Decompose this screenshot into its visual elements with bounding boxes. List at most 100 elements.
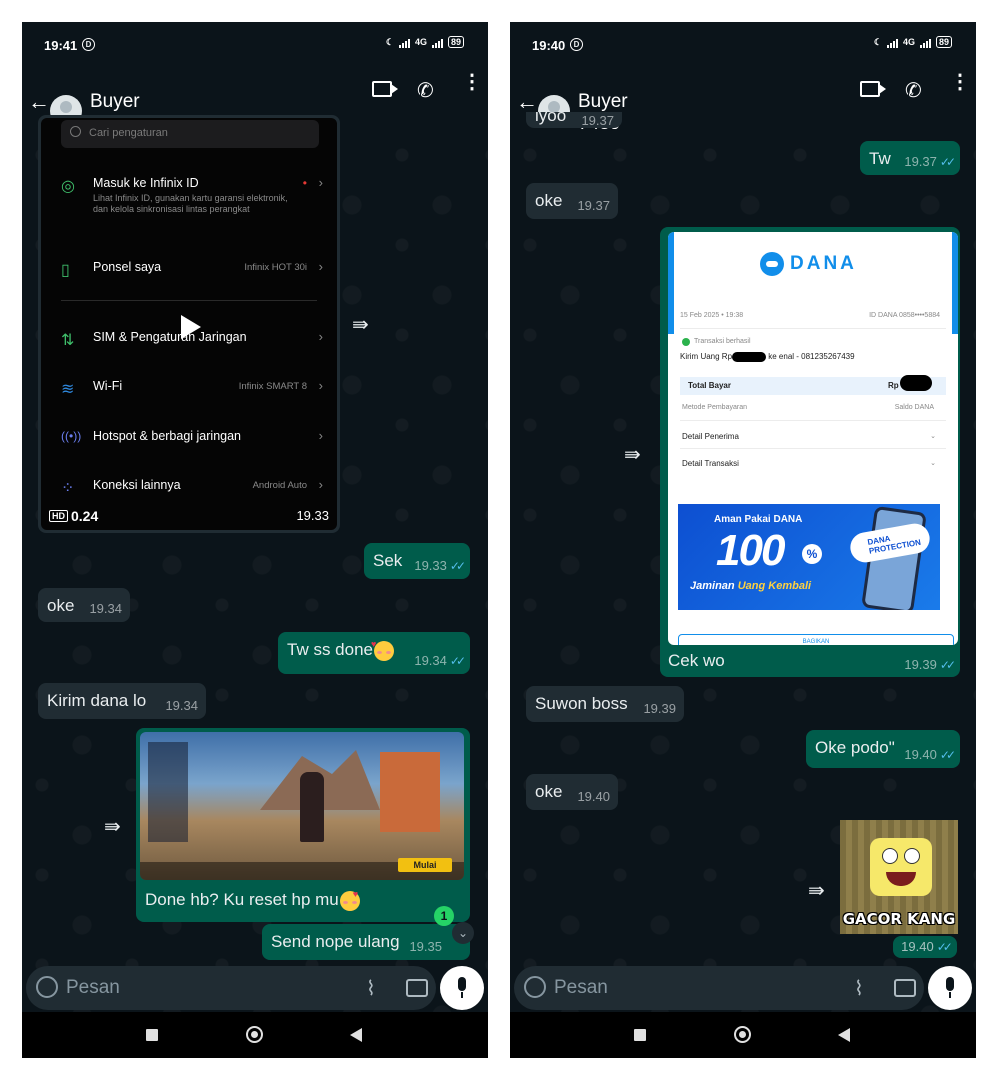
network-type: 4G (902, 37, 915, 47)
back-arrow-icon[interactable]: ← (28, 89, 50, 115)
signal-icon (919, 37, 931, 48)
emoji-icon[interactable] (524, 976, 546, 998)
kissing-face-emoji-icon: ♥ (339, 889, 360, 911)
protection-label: DANA PROTECTION (866, 533, 922, 556)
emoji-icon[interactable] (36, 976, 58, 998)
row-subtitle: Lihat Infinix ID, gunakan kartu garansi … (93, 193, 288, 214)
message-time: 19.37 (581, 113, 614, 128)
smiling-hearts-emoji-icon: ♥ (371, 639, 394, 661)
video-thumbnail[interactable]: Cari pengaturan ◎ Masuk ke Infinix ID Li… (41, 118, 337, 530)
system-nav-bar (510, 1012, 976, 1058)
forward-icon[interactable]: ⇛ (624, 442, 641, 467)
mic-button[interactable] (440, 966, 484, 1010)
dana-receipt-image[interactable]: DANA 15 Feb 2025 • 19:38 ID DANA 0858•••… (668, 232, 958, 645)
home-icon[interactable] (246, 1026, 263, 1043)
nav-back-icon[interactable] (350, 1028, 362, 1042)
row-title: Koneksi lainnya (93, 478, 181, 492)
promo-number: 100 (716, 526, 785, 575)
spongebob-sticker[interactable]: GACOR KANG (840, 820, 958, 934)
detail-transaction: Detail Transaksi (682, 459, 739, 468)
forward-icon[interactable]: ⇛ (808, 878, 825, 903)
read-ticks-icon: ✓✓ (939, 155, 956, 169)
message-text: Oke podo" (815, 738, 895, 757)
video-message[interactable]: Cari pengaturan ◎ Masuk ke Infinix ID Li… (38, 115, 340, 533)
input-placeholder[interactable]: Pesan (554, 977, 608, 999)
home-icon[interactable] (734, 1026, 751, 1043)
recents-icon[interactable] (146, 1029, 158, 1041)
total-prefix: Rp (888, 381, 899, 390)
message-bubble-outgoing[interactable]: Tw ss done ♥ 19.34 ✓✓ (278, 632, 470, 674)
scroll-down-icon[interactable]: ⌄ (452, 922, 474, 944)
system-nav-bar (22, 1012, 488, 1058)
battery-icon: 89 (447, 36, 464, 48)
signal-icon (431, 37, 443, 48)
message-bubble-incoming[interactable]: oke 19.37 (526, 183, 618, 219)
message-bubble-outgoing[interactable]: Send nope ulang 19.35 (262, 924, 470, 960)
message-time: 19.39 (643, 701, 676, 716)
divider (61, 300, 317, 301)
recents-icon[interactable] (634, 1029, 646, 1041)
message-bubble-incoming[interactable]: oke 19.34 (38, 588, 130, 622)
input-placeholder[interactable]: Pesan (66, 977, 120, 999)
promo-percent: % (802, 544, 822, 564)
phone-icon: ▯ (61, 262, 70, 279)
message-bubble-incoming[interactable]: oke 19.40 (526, 774, 618, 810)
message-time: 19.39 (904, 657, 937, 672)
attach-icon[interactable]: ⌇ (854, 976, 864, 1001)
message-text: Tw (869, 149, 891, 168)
promo-money-back: Uang Kembali (737, 580, 812, 592)
unread-count-badge: 1 (434, 906, 454, 926)
chevron-right-icon: › (318, 428, 323, 443)
row-title: SIM & Pengaturan Jaringan (93, 330, 247, 344)
camera-icon[interactable] (894, 979, 916, 997)
message-bubble-incoming[interactable]: Suwon boss 19.39 (526, 686, 684, 722)
message-bubble-outgoing[interactable]: Sek 19.33 ✓✓ (364, 543, 470, 579)
message-time: 19.35 (409, 939, 442, 954)
chevron-right-icon: › (318, 329, 323, 344)
receipt-edge (668, 232, 674, 334)
message-time: 19.33 (414, 558, 447, 573)
sticker-face (870, 838, 932, 896)
mic-button[interactable] (928, 966, 972, 1010)
read-ticks-icon: ✓✓ (449, 654, 466, 668)
more-options-icon[interactable]: ⋮ (950, 72, 970, 92)
search-icon (70, 126, 81, 137)
forward-icon[interactable]: ⇛ (352, 312, 369, 337)
video-call-icon[interactable] (860, 81, 886, 97)
message-text: oke (47, 596, 75, 615)
image-message-receipt[interactable]: DANA 15 Feb 2025 • 19:38 ID DANA 0858•••… (660, 227, 960, 677)
read-ticks-icon: ✓✓ (449, 559, 466, 573)
image-message[interactable]: Mulai Done hb? Ku reset hp mu ♥ (136, 728, 470, 922)
game-start-button: Mulai (398, 858, 452, 872)
game-screenshot[interactable]: Mulai (140, 732, 464, 880)
status-bar: 19:40 D ☾ 4G 89 (510, 22, 976, 67)
nav-back-icon[interactable] (838, 1028, 850, 1042)
phone-call-icon[interactable]: ✆ (905, 78, 922, 103)
settings-search: Cari pengaturan (61, 120, 319, 148)
transfer-prefix: Kirim Uang Rp (680, 352, 733, 362)
transfer-recipient: ke enal - 081235267439 (768, 352, 855, 362)
redacted-amount (900, 375, 932, 391)
attach-icon[interactable]: ⌇ (366, 976, 376, 1001)
video-call-icon[interactable] (372, 81, 398, 97)
chevron-right-icon: › (318, 477, 323, 492)
message-bubble-outgoing[interactable]: Oke podo" 19.40 ✓✓ (806, 730, 960, 768)
mic-icon (946, 977, 954, 991)
message-bubble-incoming[interactable]: iyoo 19.37 (526, 112, 622, 128)
connections-icon: ⁘ (61, 480, 75, 497)
chevron-down-icon: ⌄ (930, 460, 936, 467)
more-options-icon[interactable]: ⋮ (462, 72, 482, 92)
left-phone-screen: 19:41 D ☾ 4G 89 ← Buyer 7439 ✆ ⋮ Cari pe… (22, 22, 488, 1058)
message-input[interactable]: Pesan ⌇ (514, 966, 924, 1010)
camera-icon[interactable] (406, 979, 428, 997)
red-dot-icon: • (302, 176, 307, 190)
message-bubble-outgoing[interactable]: Tw 19.37 ✓✓ (860, 141, 960, 175)
detail-recipient: Detail Penerima (682, 432, 739, 441)
dana-brand: DANA (790, 253, 857, 274)
signal-icon (886, 37, 898, 48)
dana-logo-icon (760, 252, 784, 276)
phone-call-icon[interactable]: ✆ (417, 78, 434, 103)
message-bubble-incoming[interactable]: Kirim dana lo 19.34 (38, 683, 206, 719)
forward-icon[interactable]: ⇛ (104, 814, 121, 839)
message-input[interactable]: Pesan ⌇ (26, 966, 436, 1010)
